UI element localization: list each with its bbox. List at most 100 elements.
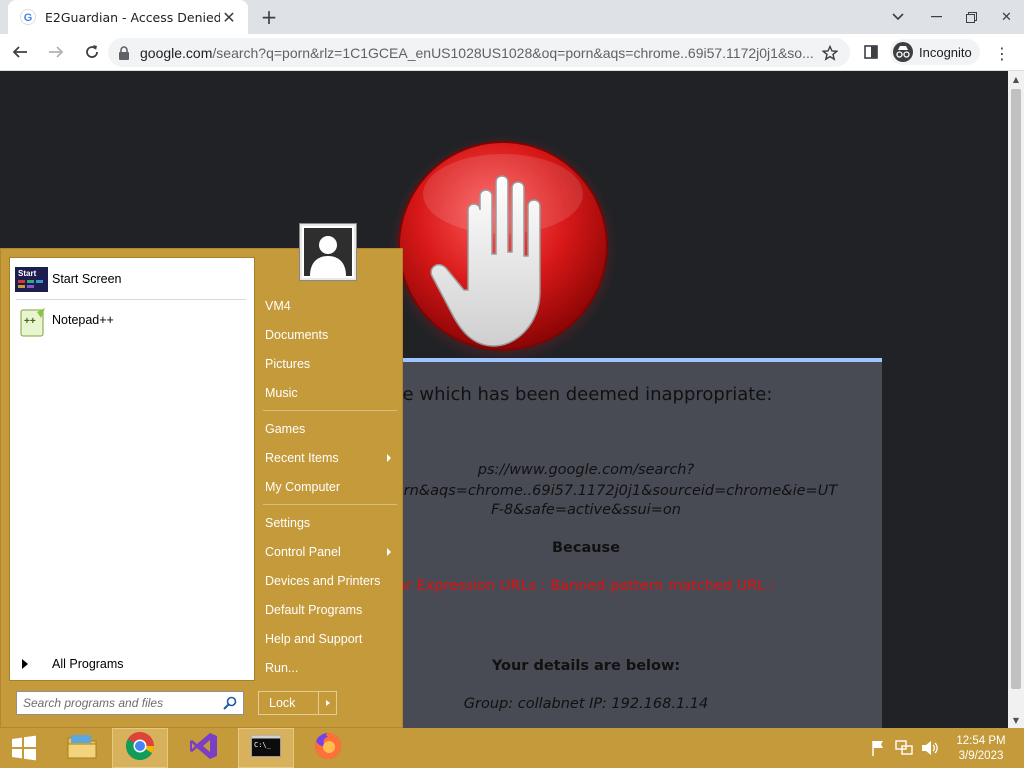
start-item-label: My Computer (265, 480, 341, 494)
start-item-label: Run... (265, 661, 299, 675)
pinned-notepadpp[interactable]: ++ Notepad++ (15, 302, 245, 338)
forward-arrow-icon[interactable] (40, 36, 72, 68)
start-item-label: Settings (265, 516, 311, 530)
search-icon[interactable] (223, 696, 237, 710)
start-item-pictures[interactable]: Pictures (265, 351, 399, 377)
url-host: google.com (140, 44, 213, 61)
lock-icon[interactable] (118, 45, 132, 60)
start-menu-divider (263, 504, 397, 505)
minimize-icon[interactable] (919, 0, 954, 34)
start-item-default-programs[interactable]: Default Programs (265, 597, 399, 623)
submenu-arrow-icon (387, 548, 391, 556)
tab-search-chevron-icon[interactable] (886, 6, 910, 28)
pinned-divider (16, 299, 246, 300)
start-item-music[interactable]: Music (265, 380, 399, 406)
start-search-input[interactable]: Search programs and files (16, 691, 244, 715)
url-path: /search?q=porn&rlz=1C1GCEA_enUS1028US102… (212, 44, 814, 61)
browser-menu-icon[interactable]: ⋮ (994, 42, 1010, 64)
firefox-icon (313, 731, 343, 765)
start-item-control-panel[interactable]: Control Panel (265, 539, 399, 565)
system-tray (868, 728, 946, 768)
start-item-label: Devices and Printers (265, 574, 381, 588)
all-programs-button[interactable]: All Programs (20, 654, 250, 674)
url-text: google.com/search?q=porn&rlz=1C1GCEA_enU… (140, 45, 820, 61)
command-prompt-icon: C:\_ (251, 735, 281, 761)
browser-toolbar: google.com/search?q=porn&rlz=1C1GCEA_enU… (0, 34, 1024, 71)
vertical-scrollbar[interactable]: ▲ ▼ (1008, 71, 1024, 728)
clock-date: 3/9/2023 (958, 750, 1004, 762)
user-avatar[interactable] (300, 224, 356, 280)
browser-tab[interactable]: G E2Guardian - Access Denied ✕ (8, 0, 248, 34)
taskbar-chrome[interactable] (112, 728, 168, 768)
start-item-devices-printers[interactable]: Devices and Printers (265, 568, 399, 594)
start-item-label: Documents (265, 328, 329, 342)
svg-text:C:\_: C:\_ (254, 741, 272, 749)
start-item-settings[interactable]: Settings (265, 510, 399, 536)
scroll-up-icon[interactable]: ▲ (1008, 71, 1024, 87)
taskbar-firefox[interactable] (300, 728, 356, 768)
taskbar-visual-studio[interactable] (176, 728, 232, 768)
start-menu: Start Start Screen ++ Notepad++ All Prog… (0, 248, 403, 728)
volume-icon[interactable] (920, 738, 940, 758)
windows-start-icon[interactable] (0, 728, 48, 768)
pinned-label: Start Screen (52, 272, 122, 286)
chrome-icon (125, 731, 155, 765)
stop-hand-icon (388, 134, 618, 364)
lock-options-arrow-icon[interactable] (318, 692, 336, 714)
tab-title: E2Guardian - Access Denied (45, 9, 220, 25)
taskbar-command-prompt[interactable]: C:\_ (238, 728, 294, 768)
reload-icon[interactable] (76, 36, 108, 68)
user-silhouette-icon (304, 228, 352, 276)
svg-text:Start: Start (18, 269, 37, 278)
start-item-label: VM4 (265, 299, 291, 313)
submenu-arrow-icon (387, 454, 391, 462)
all-programs-label: All Programs (52, 657, 124, 671)
tab-strip: G E2Guardian - Access Denied ✕ + ✕ (0, 0, 1024, 34)
bookmark-star-icon[interactable] (820, 44, 840, 61)
incognito-icon (893, 42, 913, 62)
clock-time: 12:54 PM (956, 735, 1006, 747)
visual-studio-icon (189, 731, 219, 765)
incognito-label: Incognito (919, 44, 972, 60)
side-panel-icon[interactable] (860, 41, 882, 63)
start-item-label: Games (265, 422, 306, 436)
incognito-badge[interactable]: Incognito (890, 39, 980, 65)
pinned-start-screen[interactable]: Start Start Screen (15, 261, 245, 297)
start-item-my-computer[interactable]: My Computer (265, 474, 399, 500)
start-item-label: Recent Items (265, 451, 339, 465)
all-programs-arrow-icon (22, 659, 28, 669)
new-tab-icon[interactable]: + (258, 5, 280, 29)
start-item-games[interactable]: Games (265, 416, 399, 442)
start-item-label: Pictures (265, 357, 311, 371)
start-item-run[interactable]: Run... (265, 655, 399, 681)
taskbar: C:\_ 12:54 PM 3/9/2023 (0, 728, 1024, 768)
scroll-thumb[interactable] (1011, 89, 1021, 689)
window-controls: ✕ (919, 0, 1024, 34)
start-item-documents[interactable]: Documents (265, 322, 399, 348)
back-arrow-icon[interactable] (4, 36, 36, 68)
network-icon[interactable] (894, 738, 914, 758)
start-item-vm4[interactable]: VM4 (265, 293, 399, 319)
taskbar-clock[interactable]: 12:54 PM 3/9/2023 (944, 734, 1018, 764)
notepadpp-icon: ++ (15, 307, 48, 336)
start-menu-programs-pane: Start Start Screen ++ Notepad++ All Prog… (9, 257, 255, 681)
start-screen-icon: Start (15, 266, 48, 292)
pinned-label: Notepad++ (52, 313, 114, 327)
restore-icon[interactable] (954, 0, 989, 34)
google-favicon-icon: G (20, 9, 36, 25)
start-item-help-support[interactable]: Help and Support (265, 626, 399, 652)
start-item-label: Music (265, 386, 298, 400)
tab-close-icon[interactable]: ✕ (220, 8, 238, 27)
svg-text:++: ++ (24, 316, 36, 327)
start-item-recent-items[interactable]: Recent Items (265, 445, 399, 471)
address-bar[interactable]: google.com/search?q=porn&rlz=1C1GCEA_enU… (108, 38, 850, 67)
start-item-label: Default Programs (265, 603, 363, 617)
start-menu-divider (263, 410, 397, 411)
lock-button[interactable]: Lock (258, 691, 337, 715)
file-explorer-icon (66, 732, 98, 764)
taskbar-file-explorer[interactable] (54, 728, 110, 768)
action-center-flag-icon[interactable] (868, 738, 888, 758)
close-window-icon[interactable]: ✕ (989, 0, 1024, 34)
scroll-down-icon[interactable]: ▼ (1008, 712, 1024, 728)
lock-label: Lock (269, 696, 296, 710)
